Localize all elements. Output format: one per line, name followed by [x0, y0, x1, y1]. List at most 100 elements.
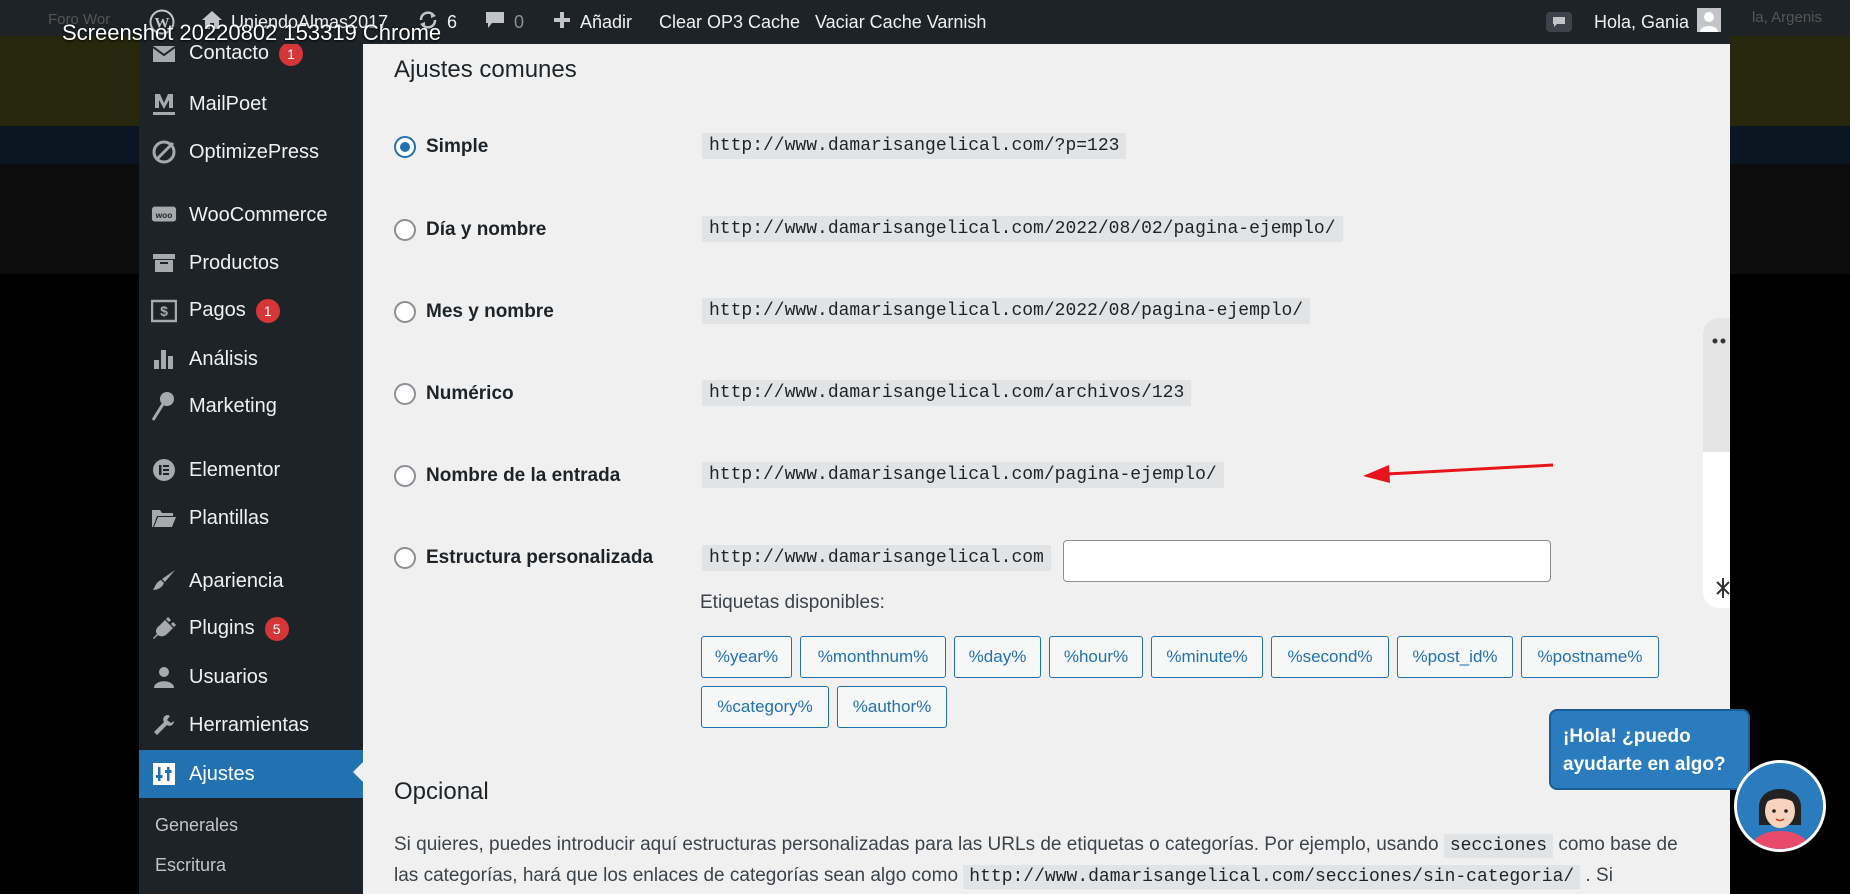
dollar-icon: $ [151, 298, 177, 324]
permalink-option-numerico[interactable]: Numérico [394, 379, 514, 409]
section-title: Ajustes comunes [394, 56, 577, 83]
sidebar-item-label: Marketing [189, 394, 277, 417]
more-dots-icon[interactable] [1712, 336, 1728, 346]
chat-greeting-bubble[interactable]: ¡Hola! ¿puedo ayudarte en algo? [1549, 709, 1750, 790]
example-url: http://www.damarisangelical.com/?p=123 [702, 133, 1127, 159]
sidebar-item-label: Apariencia [189, 569, 284, 592]
sidebar-item-label: Usuarios [189, 665, 268, 688]
option-label: Numérico [426, 383, 514, 404]
asterisk-icon[interactable] [1716, 576, 1730, 600]
sidebar-item-marketing[interactable]: Marketing [139, 384, 363, 428]
tag-button-author[interactable]: %author% [837, 686, 947, 728]
chat-greeting-line: ayudarte en algo? [1563, 754, 1726, 775]
optimizepress-icon [151, 139, 177, 165]
tag-button-category[interactable]: %category% [701, 686, 829, 728]
notifications-icon[interactable] [1545, 0, 1573, 44]
radio-button[interactable] [394, 465, 416, 487]
description-text: Si quieres, puedes introducir aquí estru… [394, 834, 1444, 855]
plus-icon [552, 10, 572, 35]
clear-op3-cache-link[interactable]: Clear OP3 Cache [659, 0, 800, 44]
tag-button-year[interactable]: %year% [701, 636, 792, 678]
radio-button[interactable] [394, 136, 416, 158]
wordpress-admin: W UniendoAlmas2017 6 0 Añadir Clear OP3 … [139, 0, 1730, 894]
sidebar-item-productos[interactable]: Productos [139, 241, 363, 285]
sidebar-item-label: OptimizePress [189, 140, 320, 163]
option-label: Mes y nombre [426, 301, 554, 322]
sidebar-item-label: WooCommerce [189, 203, 328, 226]
example-url: http://www.damarisangelical.com/2022/08/… [702, 298, 1311, 324]
inline-code: secciones [1443, 834, 1554, 858]
sidebar-item-label: Productos [189, 251, 280, 274]
tag-button-hour[interactable]: %hour% [1049, 636, 1143, 678]
sidebar-item-label: Herramientas [189, 713, 310, 736]
tag-button-postname[interactable]: %postname% [1521, 636, 1659, 678]
available-tags-label: Etiquetas disponibles: [700, 592, 885, 613]
bar-chart-icon [151, 346, 177, 372]
account-menu[interactable]: Hola, Gania [1594, 0, 1722, 44]
svg-text:$: $ [160, 303, 168, 319]
sidebar-item-usuarios[interactable]: Usuarios [139, 655, 363, 699]
sidebar-item-plugins[interactable]: Plugins 5 [139, 607, 363, 651]
radio-button[interactable] [394, 219, 416, 241]
submenu-item-generales[interactable]: Generales [155, 815, 238, 836]
permalink-option-nombre-entrada[interactable]: Nombre de la entrada [394, 461, 620, 491]
sidebar-item-mailpoet[interactable]: MailPoet [139, 82, 363, 126]
base-url-prefix: http://www.damarisangelical.com [702, 545, 1051, 571]
sidebar-item-label: Análisis [189, 347, 258, 370]
chat-agent-avatar[interactable] [1734, 760, 1826, 852]
purge-varnish-link[interactable]: Vaciar Cache Varnish [815, 0, 986, 44]
sidebar-item-pagos[interactable]: $ Pagos 1 [139, 289, 363, 333]
option-label: Día y nombre [426, 219, 547, 240]
admin-sidebar: Contacto 1 MailPoet OptimizePress woo Woo… [139, 42, 363, 894]
option-label: Nombre de la entrada [426, 465, 621, 486]
permalink-option-simple[interactable]: Simple [394, 132, 488, 162]
sidebar-item-elementor[interactable]: Elementor [139, 448, 363, 492]
radio-button[interactable] [394, 383, 416, 405]
greeting: Hola, Gania [1594, 11, 1690, 32]
updates-count: 6 [447, 11, 458, 32]
example-url: http://www.damarisangelical.com/archivos… [702, 380, 1192, 406]
sidebar-item-apariencia[interactable]: Apariencia [139, 559, 363, 603]
sidebar-item-label: Pagos [189, 299, 246, 321]
sidebar-item-ajustes[interactable]: Ajustes [139, 750, 363, 798]
floating-side-widget[interactable] [1703, 318, 1730, 608]
radio-button[interactable] [394, 301, 416, 323]
megaphone-icon [151, 392, 177, 421]
tag-button-day[interactable]: %day% [954, 636, 1041, 678]
tag-button-post-id[interactable]: %post_id% [1397, 636, 1513, 678]
comments-link[interactable]: 0 [484, 0, 524, 44]
permalink-option-mes-nombre[interactable]: Mes y nombre [394, 297, 554, 327]
count-badge: 1 [255, 299, 280, 323]
custom-structure-input[interactable] [1063, 540, 1551, 582]
woo-icon: woo [151, 202, 177, 228]
sidebar-item-woocommerce[interactable]: woo WooCommerce [139, 193, 363, 237]
video-title: Screenshot 20220802 153319 Chrome [62, 20, 442, 45]
permalink-option-personalizada[interactable]: Estructura personalizada [394, 543, 653, 573]
avatar [1697, 7, 1722, 37]
tag-button-minute[interactable]: %minute% [1151, 636, 1263, 678]
sidebar-item-label: Plantillas [189, 506, 270, 529]
permalink-option-dia-nombre[interactable]: Día y nombre [394, 215, 546, 245]
comments-count: 0 [514, 11, 525, 32]
new-label: Añadir [580, 11, 633, 32]
submenu-item-escritura[interactable]: Escritura [155, 855, 226, 876]
sidebar-item-herramientas[interactable]: Herramientas [139, 703, 363, 747]
optional-description: Si quieres, puedes introducir aquí estru… [394, 830, 1694, 892]
option-label: Simple [426, 136, 489, 157]
sidebar-item-optimizepress[interactable]: OptimizePress [139, 130, 363, 174]
sidebar-item-plantillas[interactable]: Plantillas [139, 496, 363, 540]
sidebar-item-analisis[interactable]: Análisis [139, 337, 363, 381]
sidebar-item-label: Ajustes [189, 762, 255, 785]
new-content-link[interactable]: Añadir [552, 0, 632, 44]
wrench-icon [151, 712, 177, 738]
settings-icon [151, 761, 177, 787]
tag-button-monthnum[interactable]: %monthnum% [800, 636, 946, 678]
brush-icon [151, 568, 177, 594]
svg-text:woo: woo [155, 210, 173, 220]
tag-button-second[interactable]: %second% [1271, 636, 1389, 678]
radio-button[interactable] [394, 547, 416, 569]
background-text: la, Argenis [1751, 9, 1822, 26]
sidebar-item-label: Elementor [189, 458, 281, 481]
folder-icon [151, 505, 177, 531]
example-url: http://www.damarisangelical.com/2022/08/… [702, 216, 1343, 242]
